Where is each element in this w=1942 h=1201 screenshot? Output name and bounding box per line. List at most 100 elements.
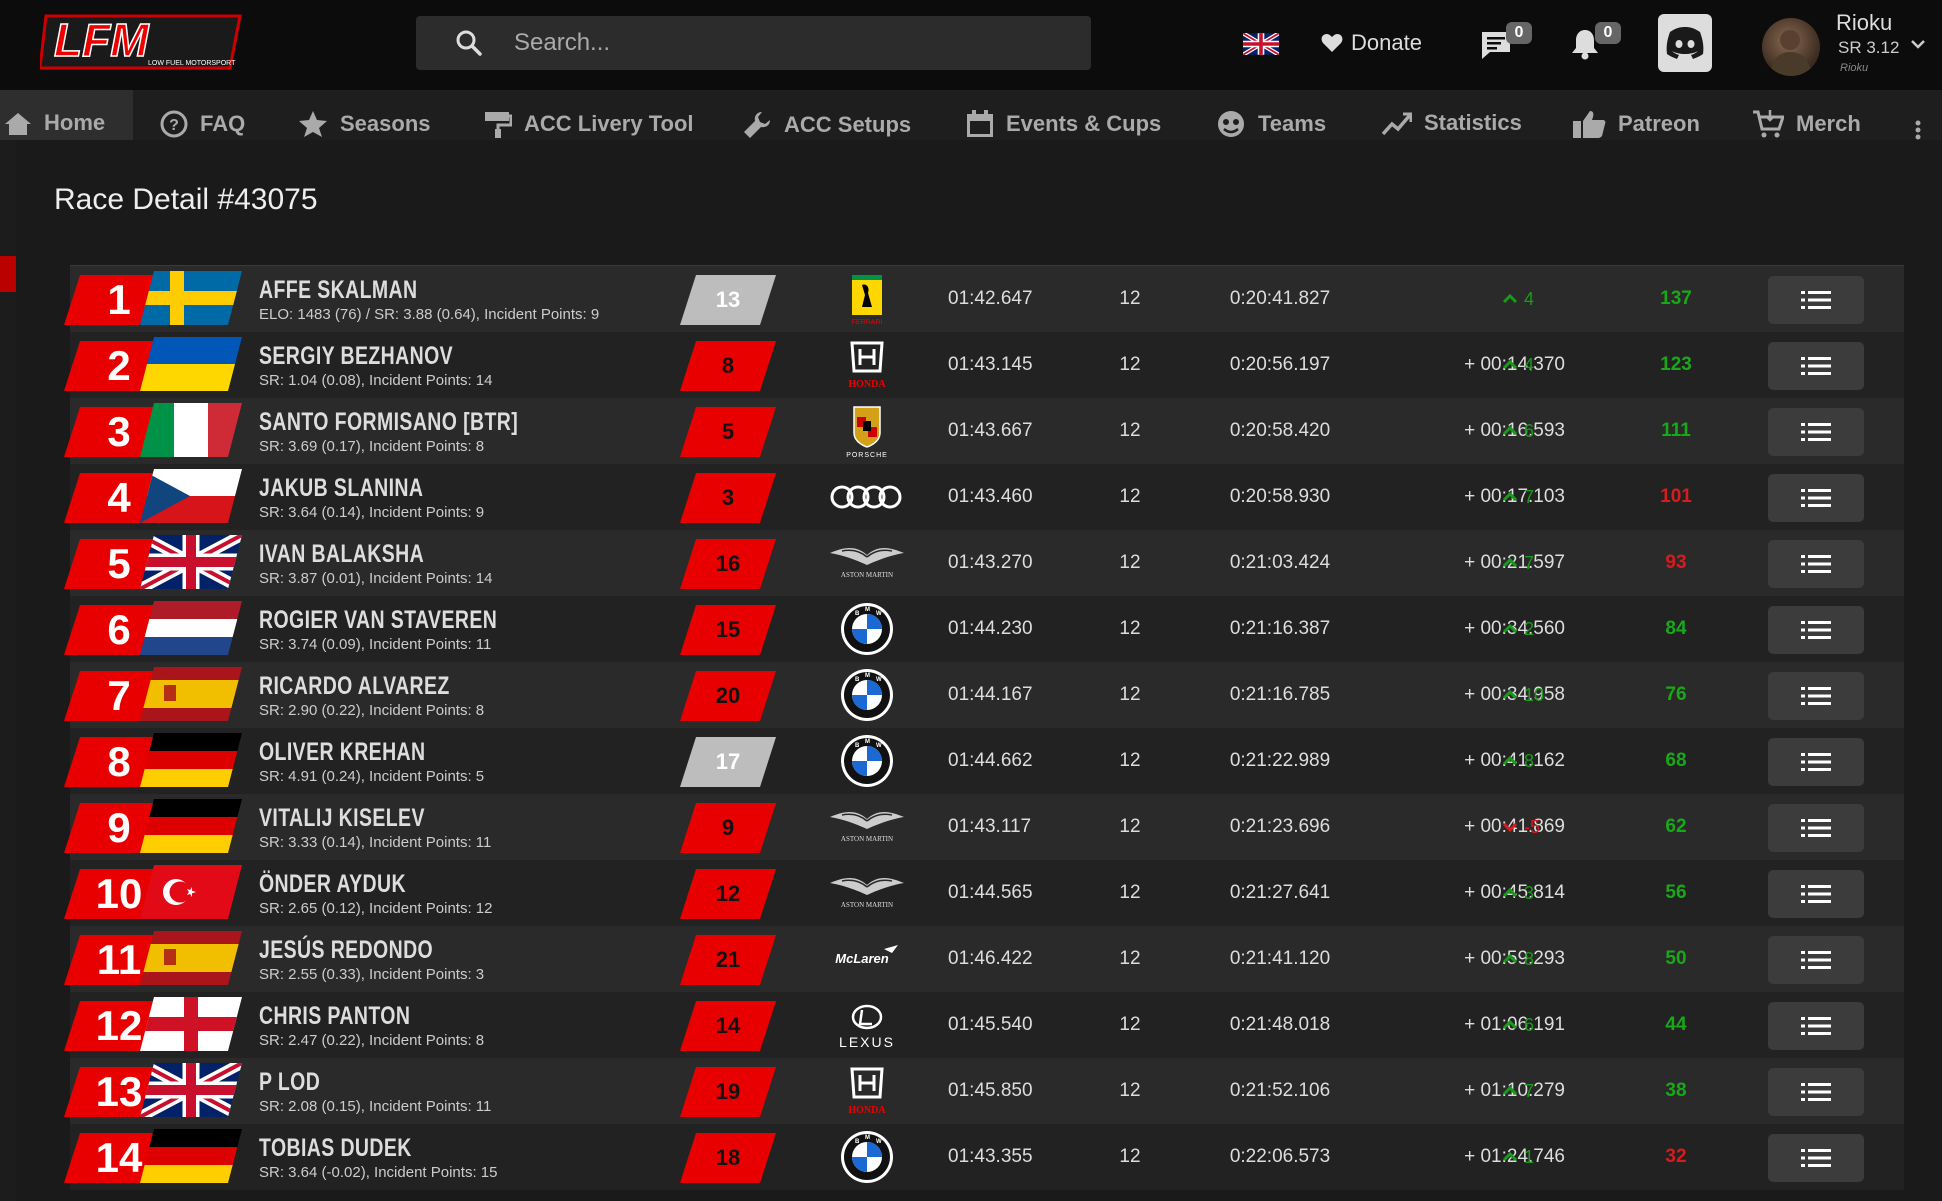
arrow-down-icon: [1502, 822, 1518, 833]
nav-acc-setups[interactable]: ACC Setups: [742, 110, 911, 140]
driver-name[interactable]: CHRIS PANTON: [259, 1002, 410, 1031]
user-avatar[interactable]: [1762, 18, 1820, 76]
details-button[interactable]: [1768, 606, 1864, 654]
flag-turkey-icon: [140, 865, 242, 919]
driver-name[interactable]: TOBIAS DUDEK: [259, 1134, 412, 1163]
car-brand-bmw-icon: BMW: [841, 669, 893, 721]
sidebar-edge: [0, 140, 16, 1201]
details-button[interactable]: [1768, 870, 1864, 918]
position-change-value: -5: [1524, 817, 1541, 837]
list-icon: [1801, 819, 1831, 837]
details-button[interactable]: [1768, 408, 1864, 456]
user-signature: Rioku: [1840, 62, 1869, 74]
arrow-up-icon: [1502, 1019, 1518, 1030]
more-vertical-icon[interactable]: [1914, 120, 1922, 140]
driver-name[interactable]: P LOD: [259, 1068, 320, 1097]
flag-ukraine-icon: [140, 337, 242, 391]
best-lap: 01:43.270: [948, 552, 1033, 573]
svg-text:FERRARI: FERRARI: [852, 319, 883, 326]
position-change: 8: [1502, 728, 1572, 794]
svg-text:PORSCHE: PORSCHE: [846, 452, 888, 459]
nav-statistics[interactable]: Statistics: [1382, 110, 1522, 136]
points: 101: [1660, 486, 1692, 507]
details-button[interactable]: [1768, 276, 1864, 324]
group-icon: [1218, 111, 1244, 137]
driver-name[interactable]: AFFE SKALMAN: [259, 276, 418, 305]
points: 84: [1665, 618, 1687, 639]
language-flag-uk-icon[interactable]: [1243, 33, 1279, 55]
flag-netherlands-icon: [140, 601, 242, 655]
driver-name[interactable]: IVAN BALAKSHA: [259, 540, 424, 569]
driver-name[interactable]: ROGIER VAN STAVEREN: [259, 606, 497, 635]
driver-name[interactable]: JESÚS REDONDO: [259, 936, 433, 965]
details-button[interactable]: [1768, 804, 1864, 852]
driver-rating-info: SR: 2.47 (0.22), Incident Points: 8: [259, 1032, 485, 1049]
nav-patreon[interactable]: Patreon: [1572, 110, 1700, 138]
svg-text:B: B: [855, 611, 860, 617]
car-number: 15: [715, 617, 741, 642]
list-icon: [1801, 423, 1831, 441]
search-box[interactable]: [416, 16, 1091, 70]
arrow-up-icon: [1502, 359, 1518, 370]
car-number: 21: [715, 947, 741, 972]
driver-name[interactable]: JAKUB SLANINA: [259, 474, 423, 503]
sidebar-active-marker: [0, 256, 16, 292]
position-change-value: 6: [1524, 421, 1535, 441]
page-title: Race Detail #43075: [54, 183, 318, 216]
svg-text:ASTON MARTIN: ASTON MARTIN: [841, 901, 893, 909]
nav-events-cups[interactable]: Events & Cups: [966, 110, 1161, 138]
driver-name[interactable]: ÖNDER AYDUK: [259, 870, 406, 899]
paint-roller-icon: [485, 112, 512, 138]
nav-seasons[interactable]: Seasons: [298, 110, 431, 138]
donate-link[interactable]: Donate: [1321, 30, 1422, 56]
details-button[interactable]: [1768, 738, 1864, 786]
laps: 12: [1119, 618, 1141, 639]
result-row: 3 SANTO FORMISANO [BTR] SR: 3.69 (0.17), I…: [64, 398, 1904, 464]
list-icon: [1801, 489, 1831, 507]
nav-faq[interactable]: ? FAQ: [160, 110, 245, 138]
laps: 12: [1119, 816, 1141, 837]
details-button[interactable]: [1768, 936, 1864, 984]
search-input[interactable]: [514, 29, 1034, 57]
nav-teams[interactable]: Teams: [1216, 110, 1326, 138]
car-number: 5: [721, 419, 735, 444]
nav-merch[interactable]: Merch: [1752, 110, 1861, 138]
details-button[interactable]: [1768, 1002, 1864, 1050]
arrow-up-icon: [1502, 623, 1518, 634]
svg-text:HONDA: HONDA: [848, 379, 886, 390]
details-button[interactable]: [1768, 342, 1864, 390]
list-icon: [1801, 753, 1831, 771]
chevron-down-icon[interactable]: [1910, 38, 1926, 50]
discord-button[interactable]: [1658, 14, 1712, 72]
position-change-value: 4: [1524, 289, 1535, 309]
details-button[interactable]: [1768, 474, 1864, 522]
laps: 12: [1119, 882, 1141, 903]
laps: 12: [1119, 1080, 1141, 1101]
details-button[interactable]: [1768, 1068, 1864, 1116]
driver-name[interactable]: VITALIJ KISELEV: [259, 804, 425, 833]
nav-label: ACC Livery Tool: [524, 111, 694, 136]
driver-name[interactable]: RICARDO ALVAREZ: [259, 672, 450, 701]
driver-rating-info: SR: 2.55 (0.33), Incident Points: 3: [259, 966, 485, 983]
details-button[interactable]: [1768, 540, 1864, 588]
details-button[interactable]: [1768, 672, 1864, 720]
position-number: 5: [107, 540, 131, 587]
svg-text:B: B: [855, 743, 860, 749]
lfm-logo[interactable]: LFM LOW FUEL MOTORSPORT: [40, 8, 250, 82]
svg-text:M: M: [865, 1135, 870, 1141]
best-lap: 01:44.230: [948, 618, 1033, 639]
flag-sweden-icon: [140, 271, 242, 325]
user-name[interactable]: Rioku: [1836, 10, 1892, 36]
driver-name[interactable]: SANTO FORMISANO [BTR]: [259, 408, 518, 437]
position-change-value: 8: [1524, 949, 1535, 969]
position-change-value: 1: [1524, 1147, 1535, 1167]
nav-livery-tool[interactable]: ACC Livery Tool: [484, 110, 694, 138]
nav-home[interactable]: Home: [4, 110, 105, 136]
results-table: 1 AFFE SKALMAN ELO: 1483 (76) / SR: 3.88 (…: [64, 265, 1904, 1190]
nav-label: ACC Setups: [784, 112, 912, 137]
svg-text:B: B: [855, 677, 860, 683]
points: 76: [1665, 684, 1687, 705]
driver-name[interactable]: OLIVER KREHAN: [259, 738, 426, 767]
details-button[interactable]: [1768, 1134, 1864, 1182]
driver-name[interactable]: SERGIY BEZHANOV: [259, 342, 453, 371]
